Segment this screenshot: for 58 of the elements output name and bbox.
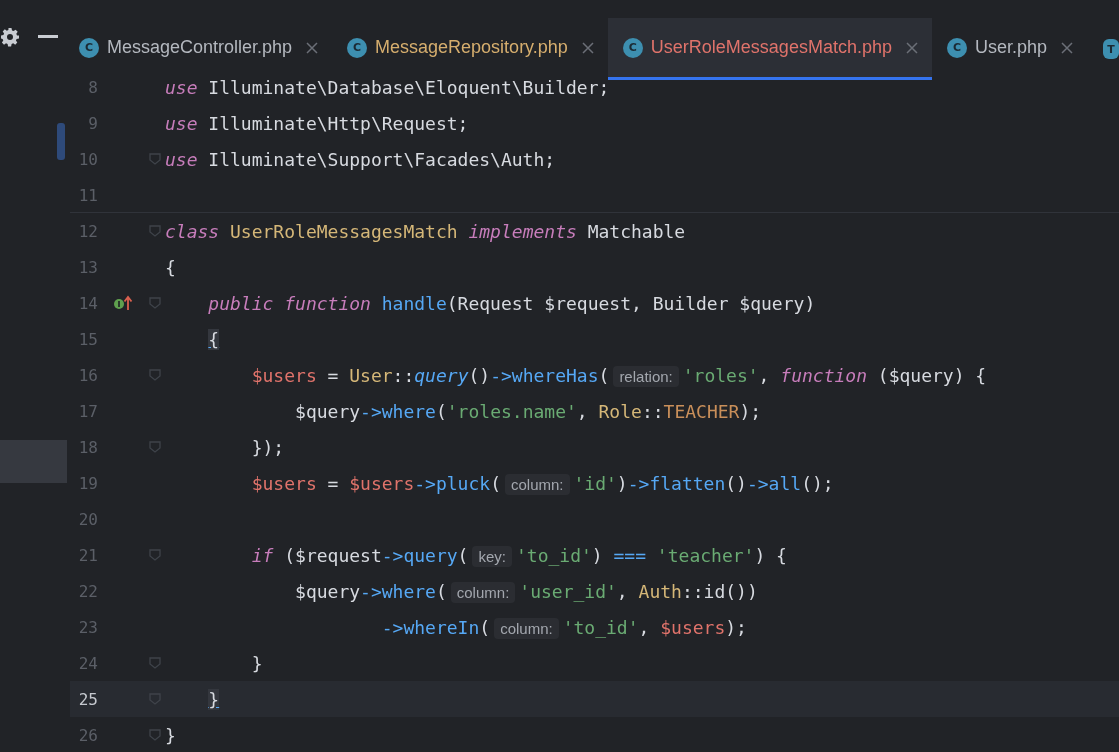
line-number: 24	[77, 653, 98, 673]
close-icon[interactable]	[306, 41, 319, 54]
code-line: $users = User::query()->whereHas( relation: 'roles', function ($query) {	[250, 364, 987, 386]
fold-icon[interactable]	[148, 692, 162, 706]
fold-icon[interactable]	[148, 656, 162, 670]
line-number: 11	[77, 185, 98, 205]
panel-strip	[0, 440, 67, 483]
line-number: 13	[77, 257, 98, 277]
code-line: $users = $users->pluck( column: 'id')->flatten()->all();	[250, 472, 834, 494]
code-line: if ($request->query( key: 'to_id') === 'teacher') {	[250, 544, 787, 566]
scroll-marker	[57, 123, 65, 160]
fold-icon[interactable]	[148, 296, 162, 310]
minimize-icon[interactable]	[38, 35, 58, 39]
trait-file-icon: T	[1103, 39, 1119, 59]
fold-icon[interactable]	[148, 224, 162, 238]
line-number: 18	[77, 437, 98, 457]
line-number: 10	[77, 149, 98, 169]
fold-icon[interactable]	[148, 440, 162, 454]
code-line: class UserRoleMessagesMatch implements Matchable	[165, 220, 686, 242]
code-line: $query->where( column: 'user_id', Auth::id())	[294, 580, 758, 602]
fold-icon[interactable]	[148, 728, 162, 742]
code-line: }	[250, 652, 263, 674]
line-number: 16	[77, 365, 98, 385]
line-number: 23	[77, 617, 98, 637]
line-number: 17	[77, 401, 98, 421]
class-file-icon: C	[78, 37, 99, 58]
line-number: 21	[77, 545, 98, 565]
line-number: 12	[77, 221, 98, 241]
editor-tab[interactable]: C User.php	[931, 18, 1087, 80]
code-line: $query->where('roles.name', Role::TEACHER);	[294, 400, 762, 422]
line-number: 14	[77, 293, 98, 313]
fold-icon[interactable]	[148, 152, 162, 166]
line-number: 15	[77, 329, 98, 349]
code-line: {	[165, 256, 176, 278]
line-number: 8	[87, 77, 98, 97]
fold-icon[interactable]	[148, 548, 162, 562]
class-file-icon: C	[347, 37, 368, 58]
editor-tab[interactable]: C UserRoleMessagesMatch.php	[607, 18, 932, 80]
code-line: });	[250, 436, 285, 458]
settings-icon[interactable]	[0, 27, 20, 47]
code-line: }	[165, 724, 176, 746]
implements-icon[interactable]	[113, 295, 133, 311]
line-number: 26	[77, 725, 98, 745]
code-line: use Illuminate\Http\Request;	[165, 112, 469, 134]
line-number: 9	[87, 113, 98, 133]
close-icon[interactable]	[905, 41, 918, 54]
line-number: 25	[77, 689, 98, 709]
class-file-icon: C	[622, 37, 643, 58]
class-file-icon: C	[946, 37, 967, 58]
code-line: use Illuminate\Support\Facades\Auth;	[165, 148, 556, 170]
close-icon[interactable]	[581, 41, 594, 54]
code-line: ->whereIn( column: 'to_id', $users);	[380, 616, 747, 638]
line-number: 22	[77, 581, 98, 601]
fold-icon[interactable]	[148, 368, 162, 382]
line-number: 20	[77, 509, 98, 529]
code-line: public function handle(Request $request, Builder $query)	[207, 292, 816, 314]
line-number: 19	[77, 473, 98, 493]
close-icon[interactable]	[1061, 41, 1073, 54]
